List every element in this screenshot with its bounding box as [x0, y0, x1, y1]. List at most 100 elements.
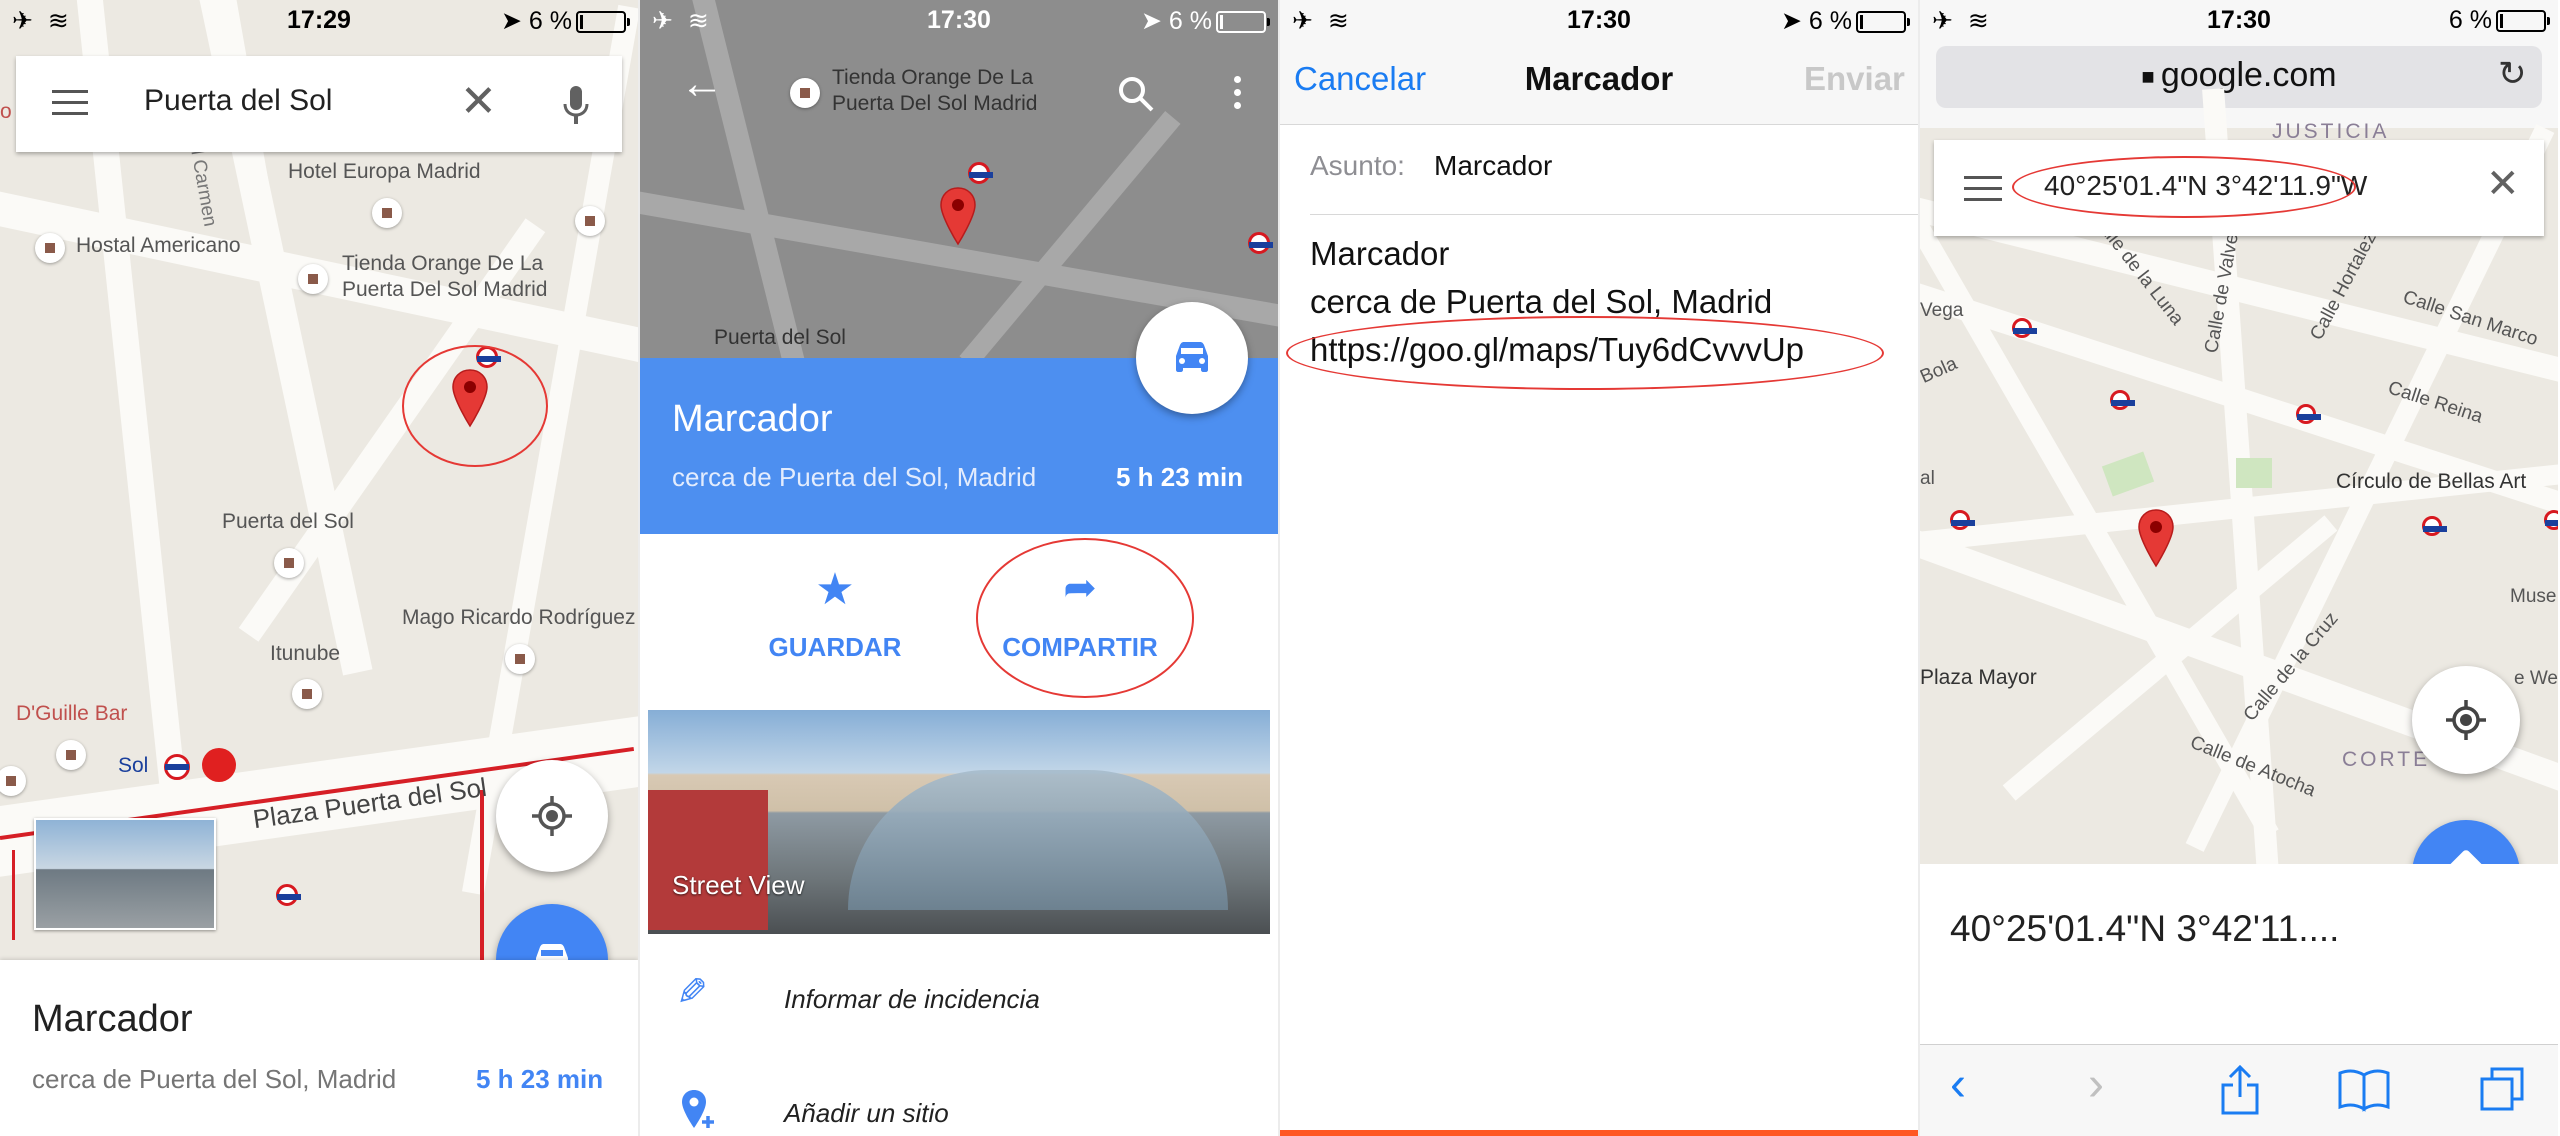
map-label-o: o: [0, 100, 12, 123]
itunube-icon[interactable]: [292, 679, 322, 709]
metro-sol-icon[interactable]: [164, 754, 190, 780]
map-label-tienda-2: Puerta Del Sol Madrid: [832, 92, 1038, 115]
place-title: Marcador: [672, 398, 833, 440]
map-label-plaza-mayor: Plaza Mayor: [1920, 666, 2037, 689]
my-location-button[interactable]: [496, 760, 608, 872]
reload-icon[interactable]: ↻: [2498, 54, 2527, 94]
puerta-icon[interactable]: [274, 548, 304, 578]
subject-input[interactable]: Marcador: [1434, 150, 1552, 182]
url-text-wrapper: ■ google.com: [1936, 56, 2542, 95]
battery-icon: [1216, 11, 1270, 34]
map-label-corte: CORTE: [2342, 748, 2431, 771]
bar-icon[interactable]: [56, 740, 86, 770]
tabs-icon[interactable]: [2478, 1065, 2526, 1113]
battery-percent: 6 %: [528, 7, 572, 35]
lock-icon: ■: [2141, 64, 2161, 90]
metro-icon-3[interactable]: [2296, 404, 2321, 424]
map-label-tienda-1: Tienda Orange De La: [832, 66, 1034, 89]
map-label-al: al: [1920, 468, 1935, 489]
mic-icon[interactable]: [562, 84, 590, 126]
battery-icon: [576, 11, 630, 34]
battery-percent: 6 %: [2448, 6, 2492, 34]
url-bar[interactable]: ■ google.com ↻: [1936, 46, 2542, 108]
metro-icon-5[interactable]: [2422, 516, 2447, 536]
report-item[interactable]: ✎ Informar de incidencia: [640, 960, 1278, 1040]
place-title: Marcador: [32, 998, 193, 1040]
star-icon: ★: [815, 564, 855, 614]
map-label-puerta: Puerta del Sol: [222, 510, 354, 533]
save-button[interactable]: ★ GUARDAR: [750, 560, 920, 670]
bookmarks-icon[interactable]: [2336, 1067, 2392, 1113]
place-details-panel: Tienda Orange De La Puerta Del Sol Madri…: [640, 0, 1278, 1136]
map-label-sol: Sol: [118, 754, 149, 777]
metro-icon-2[interactable]: [276, 884, 301, 906]
battery-icon: [1856, 11, 1910, 34]
street-view-image[interactable]: Street View: [648, 710, 1270, 934]
map-label-vega: Vega: [1920, 300, 1964, 321]
result-sheet[interactable]: 40°25'01.4"N 3°42'11....: [1920, 864, 2558, 1044]
location-arrow-icon: ➤: [1781, 7, 1809, 35]
my-location-button[interactable]: [2412, 666, 2520, 774]
directions-car-button[interactable]: [1136, 302, 1248, 414]
maps-search-panel: Calle del Carmen o Hotel Europa Madrid H…: [0, 0, 638, 1136]
shop-icon-left[interactable]: [0, 766, 26, 796]
search-input[interactable]: Puerta del Sol: [144, 84, 332, 118]
status-bar: ✈ ︎≋ 17:30 ➤ 6 %: [640, 0, 1278, 40]
metro-icon[interactable]: [2012, 318, 2037, 338]
eta: 5 h 23 min: [1116, 462, 1244, 492]
eta: 5 h 23 min: [476, 1064, 604, 1094]
status-right: ➤ 6 %: [1141, 6, 1270, 36]
result-coordinates: 40°25'01.4"N 3°42'11....: [1950, 908, 2340, 949]
safari-toolbar: ‹ ›: [1920, 1044, 2558, 1136]
metro-icon-2[interactable]: [1248, 232, 1273, 254]
menu-icon[interactable]: [1964, 176, 2002, 201]
place-subtitle: cerca de Puerta del Sol, Madrid: [672, 462, 1037, 492]
map-label-itunube: Itunube: [270, 642, 341, 665]
back-icon[interactable]: ‹: [1950, 1061, 1966, 1109]
menu-icon[interactable]: [52, 90, 88, 116]
metro-icon-4[interactable]: [1950, 510, 1975, 530]
street-view-thumbnail[interactable]: [34, 818, 216, 930]
add-place-item[interactable]: Añadir un sitio: [640, 1070, 1278, 1136]
search-icon[interactable]: [1116, 74, 1156, 114]
status-bar: ✈ ︎≋ 17:30 ➤ 6 %: [1280, 0, 1918, 40]
location-arrow-icon: ➤: [501, 7, 529, 35]
map-label-tienda-1: Tienda Orange De La: [342, 252, 544, 275]
share-highlight-circle: [976, 538, 1194, 698]
hotel-icon[interactable]: [372, 198, 402, 228]
body-line-title: Marcador: [1310, 235, 1450, 272]
more-options-icon[interactable]: [1234, 76, 1242, 109]
car-icon: [1176, 342, 1208, 372]
marker-pin-icon[interactable]: [2136, 508, 2176, 568]
search-bar[interactable]: Puerta del Sol ✕: [16, 56, 622, 152]
battery-percent: 6 %: [1168, 7, 1212, 35]
marker-pin-icon[interactable]: [938, 186, 978, 246]
hostal-icon[interactable]: [35, 233, 65, 263]
metro-icon-2[interactable]: [2110, 390, 2135, 410]
map-label-hostal: Hostal Americano: [76, 234, 241, 257]
bottom-accent-line: [1280, 1130, 1918, 1136]
shop-icon[interactable]: [575, 206, 605, 236]
status-right: ➤ 6 %: [1781, 6, 1910, 36]
tienda-icon[interactable]: [298, 264, 328, 294]
location-arrow-icon: ➤: [1141, 7, 1169, 35]
marker-pin-icon[interactable]: [450, 368, 490, 428]
clear-icon[interactable]: ✕: [460, 80, 497, 124]
add-place-pin-icon: [682, 1090, 714, 1128]
place-card[interactable]: Marcador cerca de Puerta del Sol, Madrid…: [0, 960, 638, 1136]
close-icon[interactable]: ✕: [2486, 164, 2520, 204]
my-location-icon: [2446, 700, 2486, 740]
forward-icon[interactable]: ›: [2088, 1061, 2104, 1109]
coordinates-highlight-circle: [2012, 156, 2356, 218]
send-button[interactable]: Enviar: [1804, 60, 1905, 98]
compose-mail-panel: Cancelar Marcador Enviar Asunto: Marcado…: [1280, 0, 1918, 1136]
metro-icon[interactable]: [968, 162, 993, 184]
pencil-icon: ✎: [676, 972, 708, 1014]
tienda-icon[interactable]: [790, 78, 820, 108]
cercanias-icon[interactable]: [202, 748, 236, 782]
share-icon[interactable]: [2218, 1063, 2262, 1117]
theater-icon[interactable]: [505, 644, 535, 674]
subject-row[interactable]: Asunto: Marcador: [1310, 124, 1918, 215]
back-arrow-icon[interactable]: ←: [680, 62, 724, 106]
metro-icon-6[interactable]: [2544, 510, 2558, 530]
